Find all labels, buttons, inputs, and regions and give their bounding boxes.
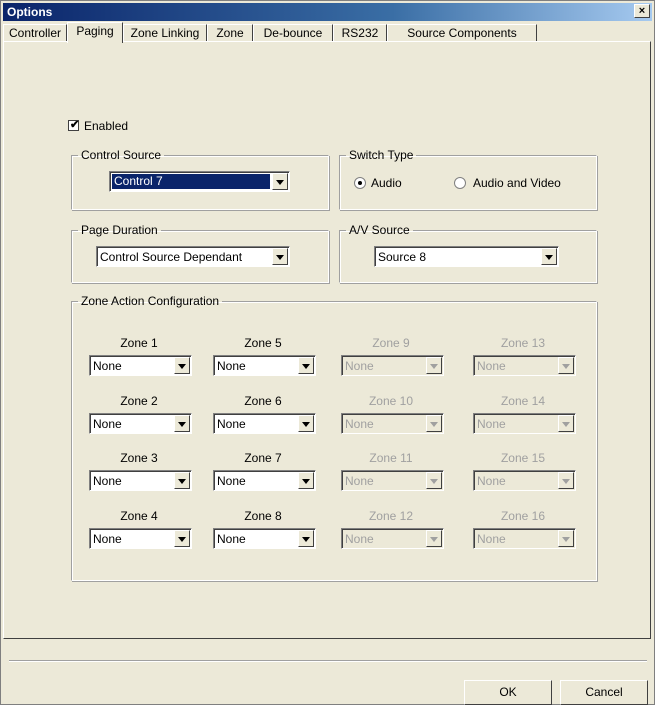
dropdown-arrow-icon[interactable]	[298, 472, 314, 489]
zone-label: Zone 4	[120, 509, 158, 523]
radio-audio-and-video[interactable]	[454, 177, 466, 189]
dropdown-arrow-icon[interactable]	[298, 415, 314, 432]
tab-source-components[interactable]: Source Components	[387, 24, 537, 42]
tab-paging[interactable]: Paging	[67, 22, 123, 43]
cancel-button[interactable]: Cancel	[560, 680, 648, 705]
zone-label: Zone 3	[120, 451, 158, 465]
av-source-value: Source 8	[378, 250, 427, 264]
zone-label: Zone 10	[368, 394, 414, 408]
radio-audio-label: Audio	[371, 176, 402, 190]
page-duration-value: Control Source Dependant	[100, 250, 243, 264]
dropdown-arrow-icon	[426, 530, 442, 547]
page-duration-select[interactable]: Control Source Dependant	[96, 246, 290, 267]
dropdown-arrow-icon[interactable]	[541, 248, 557, 265]
zone-label: Zone 8	[244, 509, 282, 523]
zone-label: Zone 13	[500, 336, 546, 350]
options-dialog: Options × Controller Paging Zone Linking…	[0, 0, 655, 705]
footer-divider	[9, 660, 647, 662]
zone-label: Zone 15	[500, 451, 546, 465]
zone-select-value: None	[477, 474, 506, 488]
zone-select: None	[341, 413, 444, 434]
tab-controller[interactable]: Controller	[3, 24, 67, 42]
zone-select[interactable]: None	[89, 470, 192, 491]
tab-rs232[interactable]: RS232	[333, 24, 387, 42]
zone-select[interactable]: None	[89, 528, 192, 549]
zone-label: Zone 16	[500, 509, 546, 523]
radio-audio[interactable]	[354, 177, 366, 189]
control-source-value: Control 7	[112, 174, 270, 189]
dropdown-arrow-icon[interactable]	[272, 173, 288, 190]
zone-select[interactable]: None	[89, 413, 192, 434]
zone-select-value: None	[345, 532, 374, 546]
title-bar[interactable]: Options ×	[3, 3, 652, 21]
zone-select-value: None	[93, 359, 122, 373]
zone-select-value: None	[217, 417, 246, 431]
page-duration-legend: Page Duration	[81, 223, 158, 237]
av-source-select[interactable]: Source 8	[374, 246, 559, 267]
zone-action-legend: Zone Action Configuration	[81, 294, 220, 308]
zone-select: None	[473, 413, 576, 434]
zone-select: None	[341, 470, 444, 491]
zone-select-value: None	[345, 359, 374, 373]
ok-button[interactable]: OK	[464, 680, 552, 705]
enabled-label: Enabled	[84, 119, 129, 133]
zone-select: None	[341, 528, 444, 549]
zone-select: None	[473, 528, 576, 549]
dropdown-arrow-icon[interactable]	[174, 530, 190, 547]
zone-label: Zone 14	[500, 394, 546, 408]
zone-select-value: None	[93, 474, 122, 488]
zone-select-value: None	[477, 417, 506, 431]
zone-label: Zone 2	[120, 394, 158, 408]
dropdown-arrow-icon	[558, 472, 574, 489]
dropdown-arrow-icon	[426, 357, 442, 374]
zone-select-value: None	[93, 532, 122, 546]
zone-select-value: None	[477, 359, 506, 373]
dropdown-arrow-icon	[558, 415, 574, 432]
zone-select-value: None	[477, 532, 506, 546]
zone-label: Zone 6	[244, 394, 282, 408]
dropdown-arrow-icon	[558, 357, 574, 374]
zone-label: Zone 7	[244, 451, 282, 465]
dropdown-arrow-icon	[426, 415, 442, 432]
zone-select[interactable]: None	[213, 528, 316, 549]
zone-select: None	[473, 470, 576, 491]
zone-select[interactable]: None	[213, 355, 316, 376]
zone-select[interactable]: None	[89, 355, 192, 376]
zone-label: Zone 12	[368, 509, 414, 523]
close-button[interactable]: ×	[634, 4, 650, 18]
zone-label: Zone 9	[372, 336, 410, 350]
check-mark-icon: ✔	[70, 119, 80, 131]
zone-label: Zone 5	[244, 336, 282, 350]
zone-select-value: None	[217, 532, 246, 546]
zone-select-value: None	[345, 474, 374, 488]
dropdown-arrow-icon[interactable]	[174, 472, 190, 489]
zone-select[interactable]: None	[213, 470, 316, 491]
dropdown-arrow-icon	[426, 472, 442, 489]
dropdown-arrow-icon	[558, 530, 574, 547]
dropdown-arrow-icon[interactable]	[298, 530, 314, 547]
tab-de-bounce[interactable]: De-bounce	[253, 24, 333, 42]
enabled-checkbox[interactable]: ✔	[68, 119, 80, 131]
zone-select: None	[473, 355, 576, 376]
zone-select-value: None	[217, 474, 246, 488]
dropdown-arrow-icon[interactable]	[272, 248, 288, 265]
window-title: Options	[7, 5, 53, 19]
dropdown-arrow-icon[interactable]	[174, 357, 190, 374]
control-source-select[interactable]: Control 7	[109, 171, 290, 192]
radio-audio-and-video-label: Audio and Video	[473, 176, 561, 190]
dropdown-arrow-icon[interactable]	[298, 357, 314, 374]
zone-label: Zone 1	[120, 336, 158, 350]
switch-type-legend: Switch Type	[349, 148, 414, 162]
tab-zone[interactable]: Zone	[207, 24, 253, 42]
zone-select-value: None	[345, 417, 374, 431]
dropdown-arrow-icon[interactable]	[174, 415, 190, 432]
zone-select-value: None	[93, 417, 122, 431]
av-source-legend: A/V Source	[349, 223, 410, 237]
zone-select: None	[341, 355, 444, 376]
zone-label: Zone 11	[369, 451, 413, 465]
zone-select-value: None	[217, 359, 246, 373]
tab-zone-linking[interactable]: Zone Linking	[123, 24, 207, 42]
zone-select[interactable]: None	[213, 413, 316, 434]
control-source-legend: Control Source	[81, 148, 162, 162]
